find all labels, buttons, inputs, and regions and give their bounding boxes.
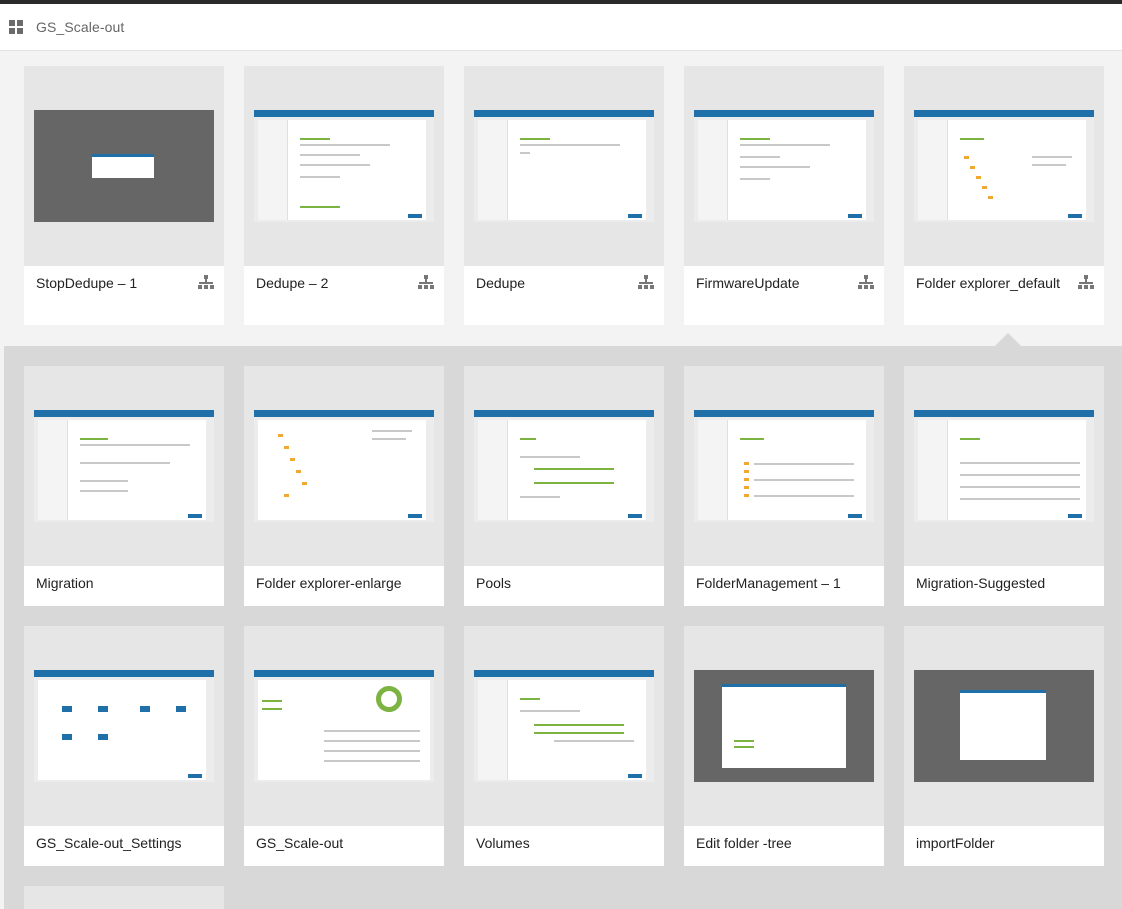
- card-thumbnail: [464, 366, 664, 566]
- card-label: Folder explorer_default: [916, 275, 1060, 291]
- card-thumbnail: [684, 366, 884, 566]
- screen-preview: [474, 110, 654, 222]
- card-thumbnail: [904, 366, 1104, 566]
- screen-card-edit-folder-tree[interactable]: Edit folder -tree: [684, 626, 884, 866]
- card-thumbnail: [24, 886, 224, 909]
- card-label: Migration-Suggested: [916, 575, 1046, 591]
- card-thumbnail: [904, 66, 1104, 266]
- screen-card-migration-suggested[interactable]: Migration-Suggested: [904, 366, 1104, 606]
- card-label: Pools: [476, 575, 512, 591]
- screen-card-firmwareupdate[interactable]: FirmwareUpdate: [684, 66, 884, 325]
- screen-card-gs-scale-out-settings[interactable]: GS_Scale-out_Settings: [24, 626, 224, 866]
- card-label: Edit folder -tree: [696, 835, 792, 851]
- screen-card-folder-explorer-default[interactable]: Folder explorer_default: [904, 66, 1104, 325]
- card-thumbnail: [24, 66, 224, 266]
- screen-card-folder-explorer-enlarge[interactable]: Folder explorer-enlarge: [244, 366, 444, 606]
- expanded-group-pointer: [994, 333, 1022, 347]
- screen-preview: [34, 410, 214, 522]
- card-label: GS_Scale-out: [256, 835, 344, 851]
- flow-icon[interactable]: [198, 275, 214, 291]
- card-label: FirmwareUpdate: [696, 275, 800, 291]
- flow-icon[interactable]: [858, 275, 874, 291]
- screen-preview: [914, 110, 1094, 222]
- screen-preview: [914, 410, 1094, 522]
- card-label: GS_Scale-out_Settings: [36, 835, 182, 851]
- screen-card-dedupe-2[interactable]: Dedupe – 2: [244, 66, 444, 325]
- flow-icon[interactable]: [638, 275, 654, 291]
- card-thumbnail: [684, 626, 884, 826]
- page-title: GS_Scale-out: [36, 19, 125, 35]
- screen-preview: [254, 410, 434, 522]
- card-thumbnail: [24, 366, 224, 566]
- screen-preview: [474, 410, 654, 522]
- screen-card-foldermanagement-1[interactable]: FolderManagement – 1: [684, 366, 884, 606]
- flow-icon[interactable]: [1078, 275, 1094, 291]
- card-thumbnail: [244, 66, 444, 266]
- card-thumbnail: [904, 626, 1104, 826]
- card-label: StopDedupe – 1: [36, 275, 138, 291]
- screen-preview: [254, 110, 434, 222]
- card-label: Folder explorer-enlarge: [256, 575, 402, 591]
- app-header: GS_Scale-out: [0, 4, 1122, 51]
- screen-preview: [474, 670, 654, 782]
- screen-preview: [34, 670, 214, 782]
- screen-preview: [694, 670, 874, 782]
- card-label: Dedupe: [476, 275, 526, 291]
- card-label: Dedupe – 2: [256, 275, 329, 291]
- screen-preview: [914, 670, 1094, 782]
- card-thumbnail: [684, 66, 884, 266]
- card-label: Volumes: [476, 835, 530, 851]
- screen-preview: [694, 410, 874, 522]
- card-thumbnail: [24, 626, 224, 826]
- flow-icon[interactable]: [418, 275, 434, 291]
- screen-card-stopdedupe-1[interactable]: StopDedupe – 1: [24, 66, 224, 325]
- card-thumbnail: [244, 626, 444, 826]
- card-label: FolderManagement – 1: [696, 575, 841, 591]
- card-thumbnail: [464, 66, 664, 266]
- screen-preview: [34, 110, 214, 222]
- card-label: Migration: [36, 575, 94, 591]
- screen-card-dedupe[interactable]: Dedupe: [464, 66, 664, 325]
- screen-card-pools[interactable]: Pools: [464, 366, 664, 606]
- card-thumbnail: [244, 366, 444, 566]
- screen-preview: [694, 110, 874, 222]
- screen-card-volumes[interactable]: Volumes: [464, 626, 664, 866]
- screen-card-partial[interactable]: [24, 886, 224, 909]
- screen-preview: [254, 670, 434, 782]
- screen-card-importfolder[interactable]: importFolder: [904, 626, 1104, 866]
- card-thumbnail: [464, 626, 664, 826]
- screen-card-migration[interactable]: Migration: [24, 366, 224, 606]
- screen-card-gs-scale-out[interactable]: GS_Scale-out: [244, 626, 444, 866]
- grid-icon[interactable]: [9, 20, 23, 34]
- card-label: importFolder: [916, 835, 995, 851]
